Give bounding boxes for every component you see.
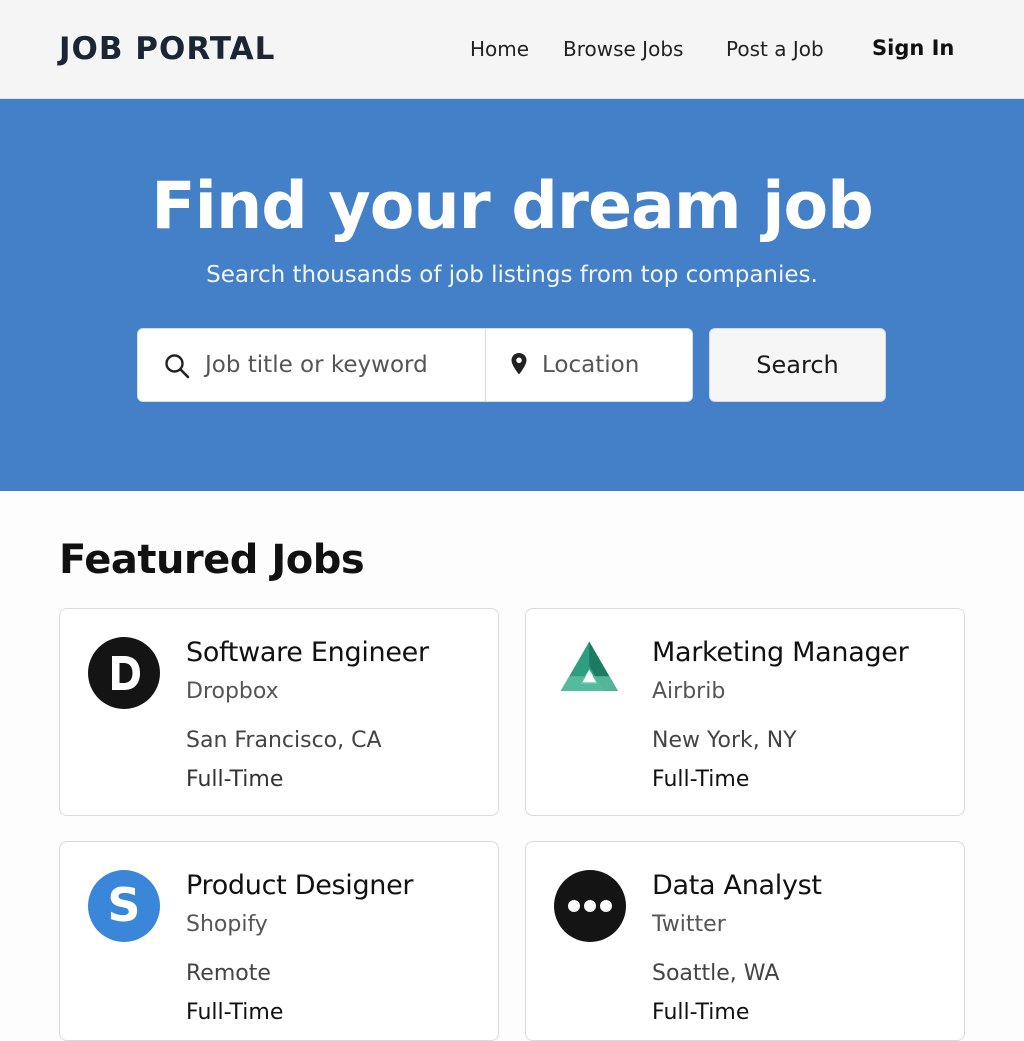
job-card-data-analyst[interactable]: Data Analyst Twitter Soattle, WA Full-Ti… (525, 841, 965, 1041)
top-nav-bar: JOB PORTAL Home Browse Jobs Post a Job S… (0, 0, 1024, 99)
shopify-s-logo-icon: S (88, 870, 160, 942)
hero-title: Find your dream job (151, 169, 873, 244)
job-card-product-designer[interactable]: S Product Designer Shopify Remote Full-T… (59, 841, 499, 1041)
job-company: Twitter (652, 912, 726, 937)
search-button[interactable]: Search (709, 328, 886, 402)
nav-home-link[interactable]: Home (470, 37, 529, 61)
dropbox-d-logo-icon (88, 637, 160, 709)
job-title[interactable]: Product Designer (186, 870, 414, 901)
keyword-input[interactable]: Job title or keyword (138, 329, 485, 401)
job-location: New York, NY (652, 728, 797, 753)
job-card-marketing-manager[interactable]: Marketing Manager Airbrib New York, NY F… (525, 608, 965, 816)
search-icon (165, 354, 190, 379)
job-title[interactable]: Data Analyst (652, 870, 822, 901)
hero-subtitle: Search thousands of job listings from to… (206, 262, 818, 288)
nav-post-job-link[interactable]: Post a Job (726, 37, 824, 61)
map-pin-icon (511, 353, 527, 375)
job-company: Shopify (186, 912, 268, 937)
location-placeholder: Location (542, 352, 640, 378)
job-type: Full-Time (652, 1000, 750, 1025)
sign-in-link[interactable]: Sign In (872, 36, 954, 60)
job-type: Full-Time (652, 767, 750, 792)
job-title[interactable]: Marketing Manager (652, 637, 909, 668)
job-search-form: Job title or keyword Location (137, 328, 693, 402)
ellipsis-logo-icon (554, 870, 626, 942)
featured-jobs-heading: Featured Jobs (59, 537, 365, 583)
job-location: Soattle, WA (652, 961, 780, 986)
job-location: San Francisco, CA (186, 728, 382, 753)
triangle-logo-icon (560, 641, 618, 691)
hero-banner: Find your dream job Search thousands of … (0, 99, 1024, 491)
site-logo[interactable]: JOB PORTAL (59, 31, 275, 67)
job-title[interactable]: Software Engineer (186, 637, 429, 668)
job-type: Full-Time (186, 767, 284, 792)
job-type: Full-Time (186, 1000, 284, 1025)
svg-text:S: S (107, 878, 140, 932)
location-input[interactable]: Location (486, 329, 692, 401)
job-location: Remote (186, 961, 271, 986)
job-card-software-engineer[interactable]: Software Engineer Dropbox San Francisco,… (59, 608, 499, 816)
keyword-placeholder: Job title or keyword (205, 352, 428, 378)
nav-browse-jobs-link[interactable]: Browse Jobs (563, 37, 683, 61)
job-company: Dropbox (186, 679, 279, 704)
job-company: Airbrib (652, 679, 726, 704)
